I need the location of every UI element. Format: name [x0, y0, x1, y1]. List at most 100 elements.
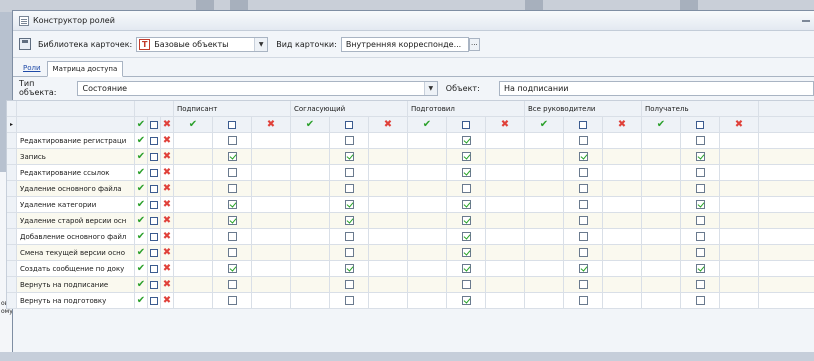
green-check-icon[interactable]: ✔	[423, 119, 431, 130]
unchecked-checkbox-icon[interactable]	[578, 280, 588, 289]
permission-checkbox[interactable]	[681, 293, 720, 308]
deny-all-cell[interactable]: ✖	[161, 293, 174, 308]
unchecked-checkbox-icon[interactable]	[227, 168, 237, 177]
green-check-icon[interactable]: ✔	[137, 263, 145, 274]
allow-all-cell[interactable]: ✔	[135, 197, 148, 212]
green-check-icon[interactable]: ✔	[189, 119, 197, 130]
deny-all-cell[interactable]: ✖	[603, 117, 642, 132]
unchecked-checkbox-icon[interactable]	[578, 248, 588, 257]
permission-checkbox[interactable]	[564, 197, 603, 212]
checked-checkbox-icon[interactable]	[227, 216, 237, 225]
checked-checkbox-icon[interactable]	[461, 152, 471, 161]
row-header-cell[interactable]	[7, 277, 17, 292]
checked-checkbox-icon[interactable]	[461, 200, 471, 209]
permission-checkbox[interactable]	[447, 245, 486, 260]
permission-checkbox[interactable]	[213, 149, 252, 164]
empty-box-icon[interactable]	[345, 120, 353, 129]
chevron-down-icon[interactable]: ▼	[254, 37, 268, 51]
permission-checkbox[interactable]	[330, 165, 369, 180]
permission-checkbox[interactable]	[447, 165, 486, 180]
permission-checkbox[interactable]	[564, 149, 603, 164]
green-check-icon[interactable]: ✔	[137, 295, 145, 306]
permission-checkbox[interactable]	[564, 133, 603, 148]
red-cross-icon[interactable]: ✖	[163, 135, 171, 146]
clear-all-cell[interactable]	[148, 133, 161, 148]
permission-checkbox[interactable]	[213, 229, 252, 244]
unchecked-checkbox-icon[interactable]	[344, 168, 354, 177]
clear-all-cell[interactable]	[681, 117, 720, 132]
deny-all-cell[interactable]: ✖	[161, 277, 174, 292]
checked-checkbox-icon[interactable]	[461, 264, 471, 273]
permission-checkbox[interactable]	[564, 293, 603, 308]
clear-all-cell[interactable]	[148, 213, 161, 228]
empty-box-icon[interactable]	[150, 280, 158, 289]
green-check-icon[interactable]: ✔	[137, 151, 145, 162]
deny-all-cell[interactable]: ✖	[161, 181, 174, 196]
unchecked-checkbox-icon[interactable]	[227, 248, 237, 257]
red-cross-icon[interactable]: ✖	[163, 263, 171, 274]
empty-box-icon[interactable]	[150, 120, 158, 129]
deny-all-cell[interactable]: ✖	[486, 117, 525, 132]
permission-checkbox[interactable]	[447, 277, 486, 292]
tab-access-matrix[interactable]: Матрица доступа	[46, 61, 124, 77]
empty-box-icon[interactable]	[150, 184, 158, 193]
unchecked-checkbox-icon[interactable]	[227, 232, 237, 241]
unchecked-checkbox-icon[interactable]	[578, 232, 588, 241]
deny-all-cell[interactable]: ✖	[161, 117, 174, 132]
permission-checkbox[interactable]	[213, 213, 252, 228]
permission-checkbox[interactable]	[681, 197, 720, 212]
clear-all-cell[interactable]	[148, 229, 161, 244]
deny-all-cell[interactable]: ✖	[161, 197, 174, 212]
permission-checkbox[interactable]	[213, 181, 252, 196]
checked-checkbox-icon[interactable]	[578, 152, 588, 161]
permission-checkbox[interactable]	[447, 229, 486, 244]
object-type-select[interactable]: Состояние ▼	[77, 80, 438, 96]
unchecked-checkbox-icon[interactable]	[578, 168, 588, 177]
chevron-down-icon[interactable]: ▼	[423, 81, 437, 95]
checked-checkbox-icon[interactable]	[461, 232, 471, 241]
red-cross-icon[interactable]: ✖	[163, 119, 171, 130]
empty-box-icon[interactable]	[150, 264, 158, 273]
unchecked-checkbox-icon[interactable]	[695, 280, 705, 289]
allow-all-cell[interactable]: ✔	[135, 229, 148, 244]
green-check-icon[interactable]: ✔	[137, 119, 145, 130]
unchecked-checkbox-icon[interactable]	[227, 296, 237, 305]
empty-box-icon[interactable]	[150, 136, 158, 145]
green-check-icon[interactable]: ✔	[137, 135, 145, 146]
clear-all-cell[interactable]	[564, 117, 603, 132]
deny-all-cell[interactable]: ✖	[161, 213, 174, 228]
window-titlebar[interactable]: Конструктор ролей	[13, 11, 814, 31]
checked-checkbox-icon[interactable]	[227, 264, 237, 273]
checked-checkbox-icon[interactable]	[695, 200, 705, 209]
green-check-icon[interactable]: ✔	[137, 215, 145, 226]
permission-checkbox[interactable]	[330, 229, 369, 244]
permission-checkbox[interactable]	[213, 277, 252, 292]
minimize-icon[interactable]	[802, 19, 810, 22]
unchecked-checkbox-icon[interactable]	[227, 136, 237, 145]
allow-all-cell[interactable]: ✔	[135, 165, 148, 180]
clear-all-cell[interactable]	[148, 197, 161, 212]
green-check-icon[interactable]: ✔	[137, 167, 145, 178]
clear-all-cell[interactable]	[213, 117, 252, 132]
empty-box-icon[interactable]	[150, 216, 158, 225]
red-cross-icon[interactable]: ✖	[384, 119, 392, 130]
checked-checkbox-icon[interactable]	[344, 264, 354, 273]
green-check-icon[interactable]: ✔	[306, 119, 314, 130]
checked-checkbox-icon[interactable]	[695, 152, 705, 161]
unchecked-checkbox-icon[interactable]	[695, 296, 705, 305]
allow-all-cell[interactable]: ✔	[135, 293, 148, 308]
unchecked-checkbox-icon[interactable]	[695, 168, 705, 177]
red-cross-icon[interactable]: ✖	[735, 119, 743, 130]
red-cross-icon[interactable]: ✖	[163, 183, 171, 194]
deny-all-cell[interactable]: ✖	[369, 117, 408, 132]
permission-checkbox[interactable]	[681, 261, 720, 276]
permission-checkbox[interactable]	[447, 197, 486, 212]
view-field[interactable]: Внутренняя корреспонде...	[340, 36, 469, 52]
red-cross-icon[interactable]: ✖	[163, 199, 171, 210]
unchecked-checkbox-icon[interactable]	[344, 296, 354, 305]
row-header-cell[interactable]	[7, 181, 17, 196]
clear-all-cell[interactable]	[148, 181, 161, 196]
deny-all-cell[interactable]: ✖	[161, 149, 174, 164]
allow-all-cell[interactable]: ✔	[408, 117, 447, 132]
green-check-icon[interactable]: ✔	[137, 183, 145, 194]
